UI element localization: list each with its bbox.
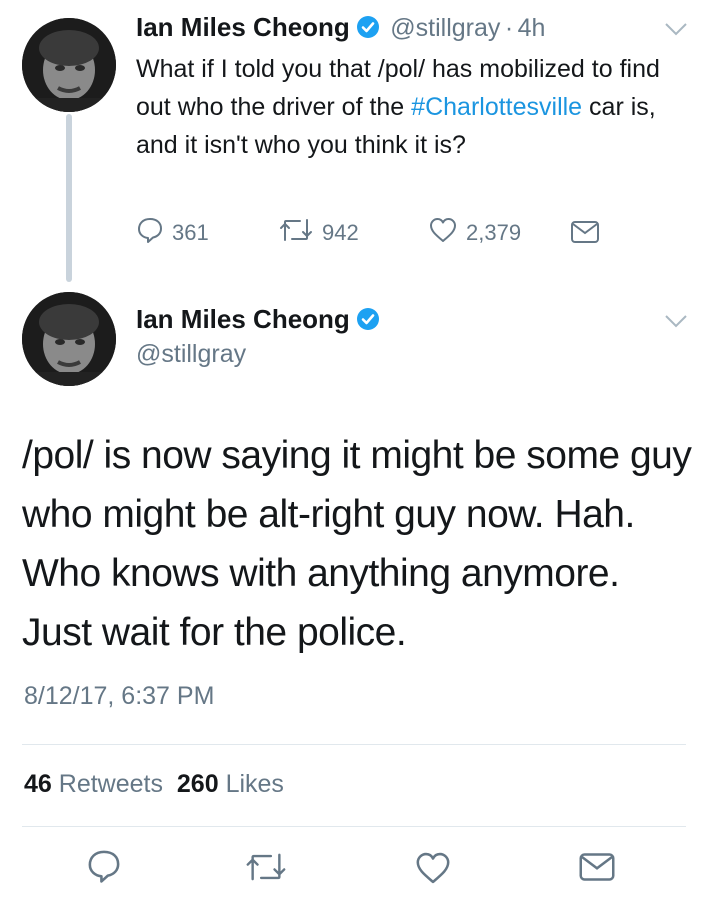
retweet-total: 46	[24, 770, 52, 798]
reply-icon	[86, 850, 122, 888]
tweet1-body: What if I told you that /pol/ has mobili…	[136, 50, 696, 164]
reply-button[interactable]	[86, 848, 122, 889]
engagement-stats: 46 Retweets 260 Likes	[24, 770, 284, 799]
retweet-icon	[278, 216, 322, 250]
like-total: 260	[176, 770, 219, 798]
tweet-age[interactable]: 4h	[518, 14, 546, 42]
verified-badge-icon	[356, 15, 380, 44]
like-button[interactable]	[414, 850, 452, 891]
reply-count: 361	[172, 220, 209, 245]
divider	[22, 826, 686, 827]
direct-message-button[interactable]	[570, 220, 608, 250]
envelope-icon	[570, 220, 608, 250]
tweet1-header: Ian Miles Cheong @stillgray · 4h	[136, 12, 545, 44]
retweet-icon	[244, 853, 288, 888]
author-handle[interactable]: @stillgray	[390, 14, 500, 42]
divider	[22, 744, 686, 745]
chevron-down-icon[interactable]	[664, 22, 688, 41]
retweets-label: Retweets	[58, 770, 163, 798]
like-count: 2,379	[466, 220, 522, 245]
reply-icon	[136, 216, 172, 250]
reply-button[interactable]: 361	[136, 216, 209, 250]
author-handle[interactable]: @stillgray	[136, 340, 246, 369]
retweet-button[interactable]	[244, 850, 288, 889]
hashtag-link[interactable]: #Charlottesville	[411, 93, 582, 121]
retweet-button[interactable]: 942	[278, 216, 359, 250]
like-button[interactable]: 2,379	[428, 216, 521, 250]
avatar-photo	[22, 18, 116, 112]
thread-connector-line	[66, 114, 72, 282]
separator-dot: ·	[504, 14, 514, 42]
heart-icon	[428, 216, 466, 250]
likes-stat[interactable]: 260 Likes	[177, 770, 284, 798]
tweet-timestamp[interactable]: 8/12/17, 6:37 PM	[24, 682, 214, 711]
heart-icon	[414, 852, 452, 890]
tweet2-body: /pol/ is now saying it might be some guy…	[22, 434, 692, 654]
chevron-down-icon[interactable]	[664, 314, 688, 333]
verified-badge-icon	[356, 307, 380, 336]
author-name[interactable]: Ian Miles Cheong	[136, 12, 350, 42]
author-name[interactable]: Ian Miles Cheong	[136, 304, 350, 334]
direct-message-button[interactable]	[578, 852, 616, 887]
likes-label: Likes	[225, 770, 284, 798]
avatar[interactable]	[22, 292, 116, 386]
tweet2-header: Ian Miles Cheong	[136, 304, 380, 336]
avatar-photo	[22, 292, 116, 386]
retweet-count: 942	[322, 220, 359, 245]
avatar[interactable]	[22, 18, 116, 112]
retweets-stat[interactable]: 46 Retweets	[24, 770, 163, 798]
envelope-icon	[578, 853, 616, 886]
